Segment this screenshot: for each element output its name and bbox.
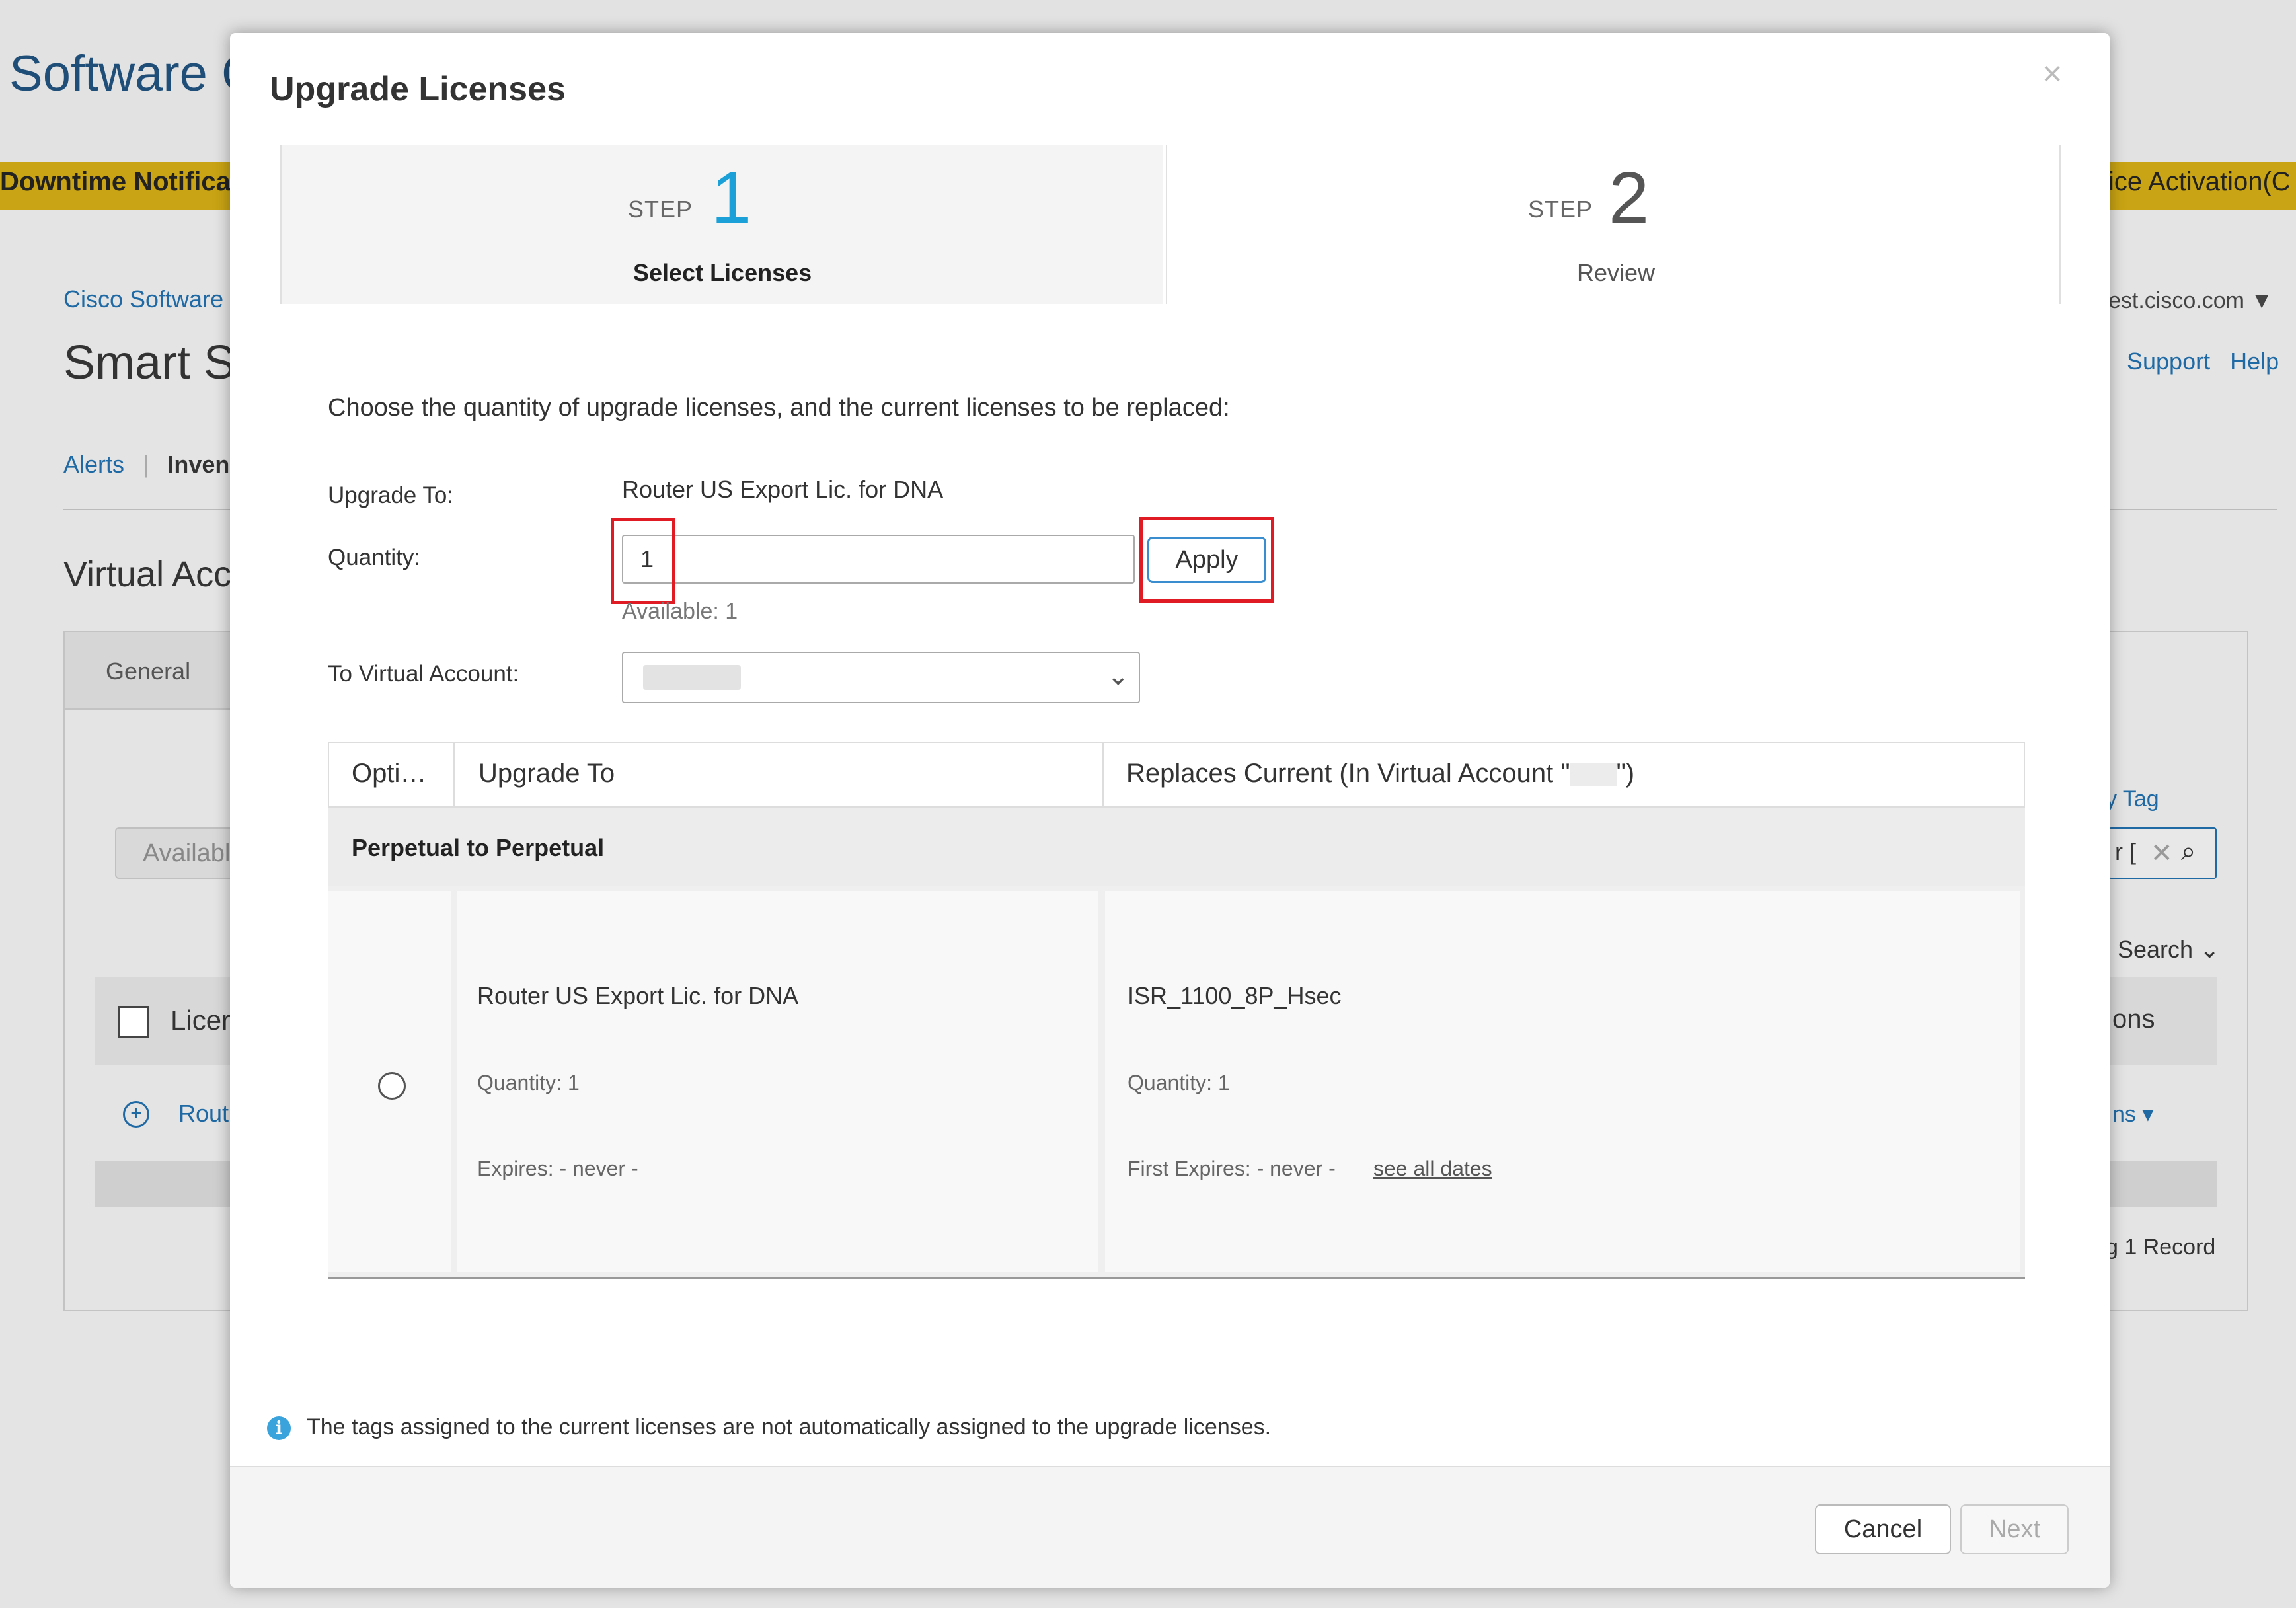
header-links: Support Help: [2127, 348, 2279, 375]
license-row-link[interactable]: Rout: [178, 1100, 229, 1128]
highlight-box-apply: [1139, 517, 1274, 603]
chevron-down-icon: ⌄: [1107, 662, 1129, 691]
next-button[interactable]: Next: [1960, 1504, 2069, 1554]
modal-title: Upgrade Licenses: [270, 70, 566, 108]
wizard-steps: STEP 1 Select Licenses STEP 2 Review: [270, 145, 2067, 304]
instruction-text: Choose the quantity of upgrade licenses,…: [328, 394, 1230, 422]
search-text: r [: [2115, 838, 2136, 865]
modal-footer: Cancel Next: [230, 1466, 2110, 1588]
chevron-down-icon: ⌄: [2200, 936, 2220, 963]
close-icon[interactable]: ×: [2042, 54, 2062, 94]
nav-alerts[interactable]: Alerts: [63, 451, 124, 478]
column-header-option: Opti…: [352, 759, 427, 788]
search-by-tag-link[interactable]: y Tag: [2106, 786, 2159, 812]
user-email: est.cisco.com: [2108, 288, 2244, 313]
upgrade-licenses-modal: Upgrade Licenses × STEP 1 Select License…: [230, 33, 2110, 1588]
search-icon[interactable]: ⌕: [2181, 837, 2196, 866]
quantity-label: Quantity:: [328, 545, 421, 570]
help-link[interactable]: Help: [2230, 348, 2279, 375]
table-row: Router US Export Lic. for DNA Quantity: …: [328, 886, 2025, 1279]
nav-divider: |: [143, 451, 149, 478]
redacted-account-name: [643, 665, 741, 690]
table-header: Opti… Upgrade To Replaces Current (In Vi…: [328, 742, 2025, 809]
breadcrumb[interactable]: Cisco Software C: [63, 286, 247, 313]
caret-down-icon: ▼: [2250, 288, 2274, 313]
actions-dropdown[interactable]: ns ▾: [2112, 1101, 2153, 1128]
current-license-expires: First Expires: - never -: [1128, 1157, 1336, 1180]
advanced-search-label: l Search: [2106, 936, 2194, 963]
page-title: Smart S: [63, 336, 236, 389]
actions-dropdown-label: ns: [2112, 1102, 2136, 1127]
banner-left-text: Downtime Notifica: [0, 167, 231, 196]
available-count: Available: 1: [622, 599, 738, 624]
record-count: g 1 Record: [2106, 1235, 2216, 1260]
step-label: Select Licenses: [633, 259, 812, 286]
see-all-dates-link[interactable]: see all dates: [1373, 1157, 1492, 1181]
upgrade-license-name: Router US Export Lic. for DNA: [477, 982, 799, 1009]
caret-down-icon: ▾: [2142, 1102, 2154, 1127]
current-license-name: ISR_1100_8P_Hsec: [1128, 982, 1342, 1009]
step-number: 1: [711, 157, 752, 239]
step-select-licenses[interactable]: STEP 1 Select Licenses: [280, 145, 1163, 304]
cancel-button[interactable]: Cancel: [1815, 1504, 1951, 1554]
banner-right-text: ice Activation(C: [2108, 167, 2291, 196]
actions-column-header: ons: [2112, 1005, 2155, 1034]
upgrade-to-label: Upgrade To:: [328, 482, 454, 508]
section-title: Virtual Acc: [63, 555, 232, 594]
expand-plus-icon[interactable]: +: [123, 1101, 149, 1128]
group-row: Perpetual to Perpetual: [328, 808, 2025, 886]
column-header-replaces-suffix: "): [1616, 759, 1635, 788]
advanced-search-toggle[interactable]: l Search ⌄: [2106, 936, 2219, 964]
select-all-checkbox[interactable]: [118, 1006, 149, 1038]
group-label: Perpetual to Perpetual: [352, 834, 605, 861]
nav-inventory[interactable]: Inven: [167, 451, 229, 478]
step-number: 2: [1609, 157, 1650, 239]
upgrade-license-quantity: Quantity: 1: [477, 1071, 580, 1094]
option-radio[interactable]: [378, 1072, 406, 1100]
available-actions-label: Availabl: [143, 839, 231, 867]
column-divider: [453, 743, 455, 809]
sub-nav: Alerts | Inven: [63, 451, 229, 479]
info-icon: i: [267, 1416, 291, 1441]
column-divider: [1102, 743, 1104, 809]
highlight-box-quantity: [611, 518, 675, 604]
upgrade-to-cell: Router US Export Lic. for DNA Quantity: …: [457, 891, 1098, 1272]
license-column-header: Licer: [171, 1005, 231, 1036]
virtual-account-label: To Virtual Account:: [328, 661, 519, 687]
step-word: STEP: [628, 196, 693, 223]
info-note: i The tags assigned to the current licens…: [267, 1414, 1272, 1441]
current-license-quantity: Quantity: 1: [1128, 1071, 1230, 1094]
step-review[interactable]: STEP 2 Review: [1166, 145, 2061, 304]
step-label: Review: [1577, 259, 1656, 286]
quantity-input[interactable]: [622, 535, 1135, 584]
redacted-account-name: [1570, 763, 1617, 786]
column-header-upgrade-to: Upgrade To: [478, 759, 615, 788]
option-cell: [328, 891, 451, 1272]
user-account-menu[interactable]: est.cisco.com ▼: [2108, 288, 2273, 314]
step-word: STEP: [1528, 196, 1593, 223]
upgrade-license-expires: Expires: - never -: [477, 1157, 638, 1180]
replaces-current-cell: ISR_1100_8P_Hsec Quantity: 1 First Expir…: [1105, 891, 2020, 1272]
upgrade-to-value: Router US Export Lic. for DNA: [622, 476, 944, 503]
support-link[interactable]: Support: [2127, 348, 2210, 375]
clear-icon[interactable]: ✕: [2151, 838, 2173, 868]
column-header-replaces-current: Replaces Current (In Virtual Account " "): [1126, 759, 1634, 788]
tab-general[interactable]: General: [63, 631, 231, 710]
info-note-text: The tags assigned to the current license…: [307, 1414, 1272, 1439]
app-title: Software C: [9, 46, 258, 102]
search-box[interactable]: r [ ✕ ⌕: [2108, 827, 2217, 879]
virtual-account-select[interactable]: ⌄: [622, 652, 1140, 703]
column-header-replaces-prefix: Replaces Current (In Virtual Account ": [1126, 759, 1570, 788]
tab-general-label: General: [106, 658, 191, 685]
